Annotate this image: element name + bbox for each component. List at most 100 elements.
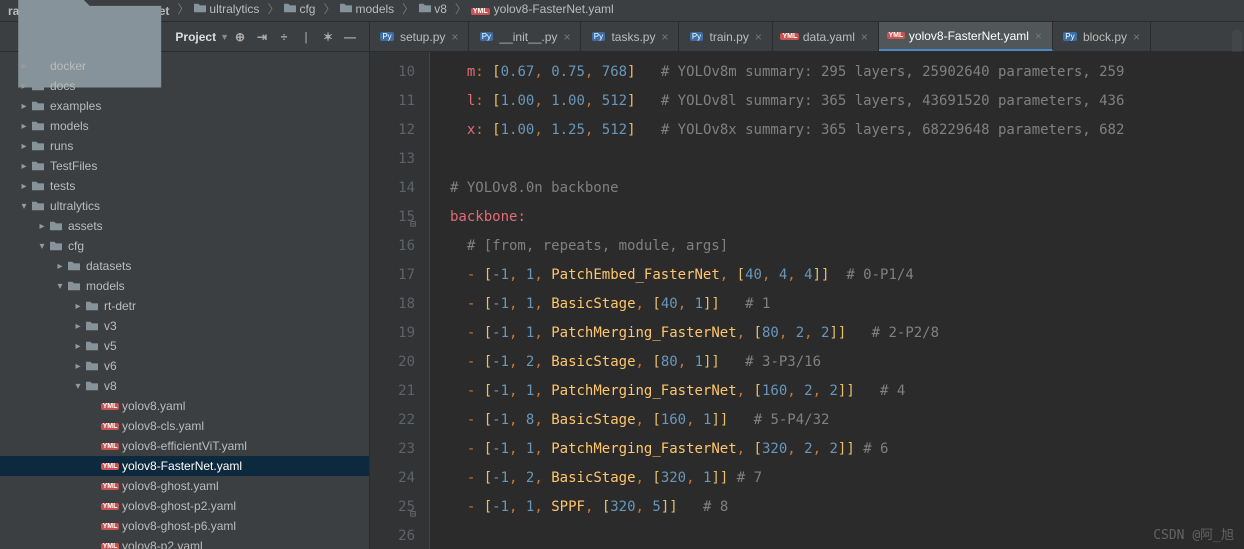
tab-yolov8-FasterNet.yaml[interactable]: YMLyolov8-FasterNet.yaml× (879, 22, 1053, 51)
close-icon[interactable]: × (563, 30, 570, 44)
line-gutter[interactable]: 101112131415⊟16171819202122232425⊟26 (370, 52, 430, 549)
code-line[interactable]: - [-1, 1, BasicStage, [40, 1]] # 1 (450, 290, 1244, 319)
code-content[interactable]: m: [0.67, 0.75, 768] # YOLOv8m summary: … (430, 52, 1244, 549)
close-icon[interactable]: × (661, 30, 668, 44)
tree-item-docs[interactable]: docs (0, 76, 369, 96)
code-line[interactable]: l: [1.00, 1.00, 512] # YOLOv8l summary: … (450, 87, 1244, 116)
tree-item-datasets[interactable]: datasets (0, 256, 369, 276)
line-number[interactable]: 13 (370, 145, 415, 174)
tree-item-v5[interactable]: v5 (0, 336, 369, 356)
code-line[interactable] (450, 522, 1244, 549)
caret-icon[interactable] (36, 221, 48, 232)
tree-item-v3[interactable]: v3 (0, 316, 369, 336)
line-number[interactable]: 25⊟ (370, 493, 415, 522)
tab-__init__.py[interactable]: Py__init__.py× (469, 22, 581, 51)
tree-item-examples[interactable]: examples (0, 96, 369, 116)
breadcrumb-segment[interactable]: models (355, 2, 394, 16)
code-line[interactable]: - [-1, 2, BasicStage, [320, 1]] # 7 (450, 464, 1244, 493)
close-icon[interactable]: × (451, 30, 458, 44)
chevron-down-icon[interactable]: ▼ (220, 32, 229, 42)
locate-icon[interactable]: ⊕ (229, 30, 251, 44)
close-icon[interactable]: × (755, 30, 762, 44)
close-icon[interactable]: × (1133, 30, 1140, 44)
tree-item-yolov8-efficientViT.yaml[interactable]: YMLyolov8-efficientViT.yaml (0, 436, 369, 456)
caret-icon[interactable] (18, 101, 30, 112)
caret-icon[interactable] (54, 281, 66, 292)
tree-item-docker[interactable]: docker (0, 56, 369, 76)
line-number[interactable]: 22 (370, 406, 415, 435)
line-number[interactable]: 20 (370, 348, 415, 377)
caret-icon[interactable] (18, 161, 30, 172)
line-number[interactable]: 18 (370, 290, 415, 319)
code-line[interactable]: backbone: (450, 203, 1244, 232)
breadcrumb-segment[interactable]: yolov8-FasterNet.yaml (494, 2, 614, 16)
tree-item-v8[interactable]: v8 (0, 376, 369, 396)
divide-icon[interactable]: ÷ (273, 30, 295, 44)
line-number[interactable]: 23 (370, 435, 415, 464)
tree-item-yolov8-FasterNet.yaml[interactable]: YMLyolov8-FasterNet.yaml (0, 456, 369, 476)
tree-item-yolov8-ghost.yaml[interactable]: YMLyolov8-ghost.yaml (0, 476, 369, 496)
tree-item-cfg[interactable]: cfg (0, 236, 369, 256)
line-number[interactable]: 24 (370, 464, 415, 493)
gear-icon[interactable]: ✶ (317, 30, 339, 44)
code-line[interactable]: # [from, repeats, module, args] (450, 232, 1244, 261)
line-number[interactable]: 14 (370, 174, 415, 203)
caret-icon[interactable] (18, 181, 30, 192)
caret-icon[interactable] (18, 61, 30, 72)
line-number[interactable]: 26 (370, 522, 415, 549)
tree-item-models[interactable]: models (0, 276, 369, 296)
tab-setup.py[interactable]: Pysetup.py× (370, 22, 469, 51)
code-line[interactable]: m: [0.67, 0.75, 768] # YOLOv8m summary: … (450, 58, 1244, 87)
caret-icon[interactable] (72, 381, 84, 392)
caret-icon[interactable] (18, 81, 30, 92)
tree-item-TestFiles[interactable]: TestFiles (0, 156, 369, 176)
hide-icon[interactable]: — (339, 30, 361, 44)
caret-icon[interactable] (18, 141, 30, 152)
tree-item-assets[interactable]: assets (0, 216, 369, 236)
caret-icon[interactable] (72, 341, 84, 352)
tab-train.py[interactable]: Pytrain.py× (679, 22, 772, 51)
breadcrumb-segment[interactable]: v8 (434, 2, 447, 16)
caret-icon[interactable] (18, 201, 30, 212)
line-number[interactable]: 11 (370, 87, 415, 116)
line-number[interactable]: 12 (370, 116, 415, 145)
tab-data.yaml[interactable]: YMLdata.yaml× (773, 22, 879, 51)
code-line[interactable]: - [-1, 2, BasicStage, [80, 1]] # 3-P3/16 (450, 348, 1244, 377)
caret-icon[interactable] (18, 121, 30, 132)
line-number[interactable]: 21 (370, 377, 415, 406)
line-number[interactable]: 15⊟ (370, 203, 415, 232)
caret-icon[interactable] (72, 361, 84, 372)
line-number[interactable]: 10 (370, 58, 415, 87)
line-number[interactable]: 16 (370, 232, 415, 261)
code-line[interactable]: - [-1, 8, BasicStage, [160, 1]] # 5-P4/3… (450, 406, 1244, 435)
code-line[interactable]: - [-1, 1, PatchEmbed_FasterNet, [40, 4, … (450, 261, 1244, 290)
close-icon[interactable]: × (861, 30, 868, 44)
code-area[interactable]: 101112131415⊟16171819202122232425⊟26 m: … (370, 52, 1244, 549)
tree-item-yolov8-ghost-p2.yaml[interactable]: YMLyolov8-ghost-p2.yaml (0, 496, 369, 516)
tree-item-yolov8-ghost-p6.yaml[interactable]: YMLyolov8-ghost-p6.yaml (0, 516, 369, 536)
tree-item-yolov8.yaml[interactable]: YMLyolov8.yaml (0, 396, 369, 416)
tree-item-v6[interactable]: v6 (0, 356, 369, 376)
tree-item-models[interactable]: models (0, 116, 369, 136)
code-line[interactable]: - [-1, 1, PatchMerging_FasterNet, [80, 2… (450, 319, 1244, 348)
collapse-icon[interactable]: ⇥ (251, 30, 273, 44)
tree-item-runs[interactable]: runs (0, 136, 369, 156)
tree-item-tests[interactable]: tests (0, 176, 369, 196)
tab-tasks.py[interactable]: Pytasks.py× (581, 22, 679, 51)
code-line[interactable]: x: [1.00, 1.25, 512] # YOLOv8x summary: … (450, 116, 1244, 145)
breadcrumb-segment[interactable]: cfg (299, 2, 315, 16)
tree-item-yolov8-p2.yaml[interactable]: YMLyolov8-p2.yaml (0, 536, 369, 549)
caret-icon[interactable] (36, 241, 48, 252)
tree-item-rt-detr[interactable]: rt-detr (0, 296, 369, 316)
code-line[interactable] (450, 145, 1244, 174)
project-tree[interactable]: dockerdocsexamplesmodelsrunsTestFilestes… (0, 52, 369, 549)
tab-block.py[interactable]: Pyblock.py× (1053, 22, 1151, 51)
tree-item-yolov8-cls.yaml[interactable]: YMLyolov8-cls.yaml (0, 416, 369, 436)
code-line[interactable]: - [-1, 1, SPPF, [320, 5]] # 8 (450, 493, 1244, 522)
caret-icon[interactable] (72, 301, 84, 312)
project-panel-title[interactable]: Project (175, 30, 216, 44)
line-number[interactable]: 19 (370, 319, 415, 348)
code-line[interactable]: - [-1, 1, PatchMerging_FasterNet, [320, … (450, 435, 1244, 464)
caret-icon[interactable] (54, 261, 66, 272)
caret-icon[interactable] (72, 321, 84, 332)
